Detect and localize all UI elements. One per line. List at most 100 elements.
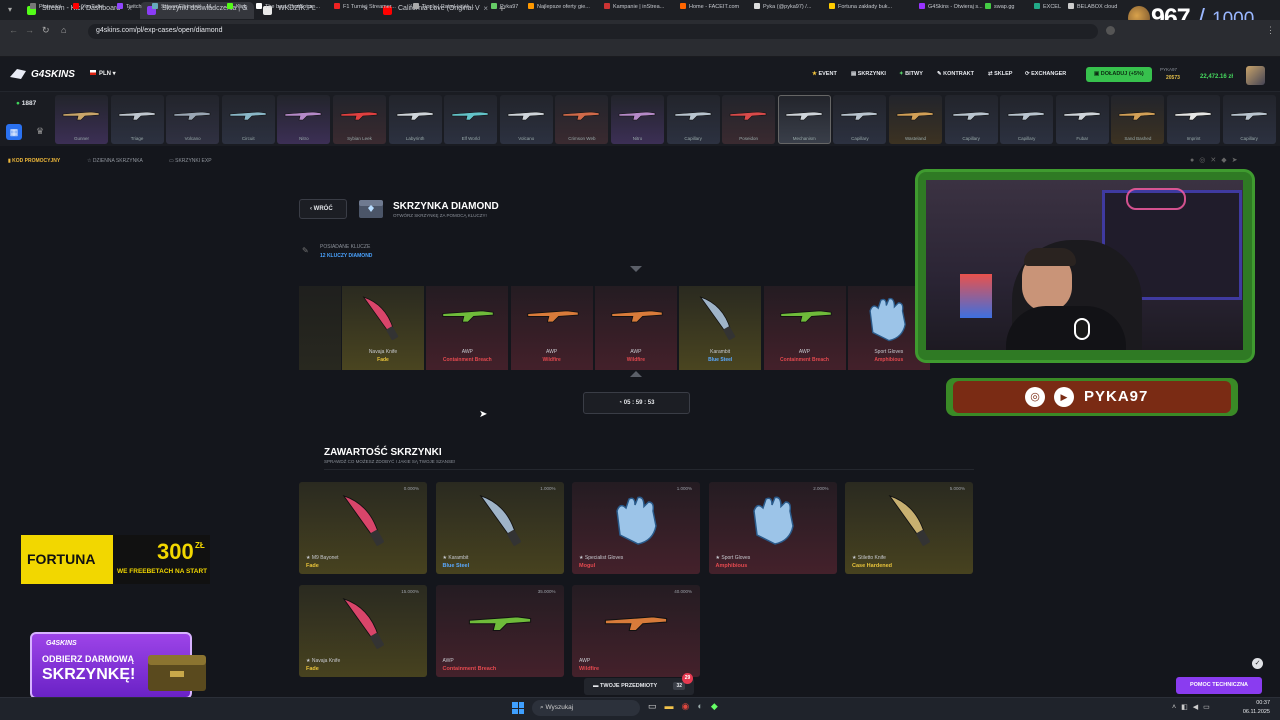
- bookmark-item[interactable]: G4Skins - Otwieraj s...: [919, 3, 983, 10]
- user-avatar[interactable]: [1246, 66, 1265, 85]
- chrome-icon[interactable]: ◉: [682, 701, 698, 711]
- drop-card[interactable]: Elf World: [444, 95, 498, 144]
- case-item-card[interactable]: 15.000% ★ Navaja Knife Fade: [299, 585, 427, 677]
- drop-card[interactable]: Volcano: [166, 95, 220, 144]
- bookmark-item[interactable]: Najlepsze oferty gie...: [528, 3, 590, 10]
- nav-contract[interactable]: ✎ KONTRAKT: [937, 71, 974, 77]
- drop-card[interactable]: Crimson Web: [555, 95, 609, 144]
- promo-code-link[interactable]: ▮ KOD PROMOCYJNY: [8, 158, 60, 164]
- exp-cases-link[interactable]: ▭ SKRZYNKI EXP: [169, 158, 212, 164]
- crown-icon[interactable]: ♛: [36, 126, 44, 137]
- instagram-icon[interactable]: ◎: [1199, 157, 1210, 164]
- drop-card[interactable]: Mechanism: [777, 95, 831, 144]
- drop-card[interactable]: Wasteland: [889, 95, 942, 144]
- case-item-card[interactable]: 1.000% ★ Specialist Gloves Mogul: [572, 482, 700, 574]
- drop-card[interactable]: Capillary: [833, 95, 887, 144]
- x-icon[interactable]: ✕: [1210, 157, 1221, 164]
- drop-skin-label: Sybian Leek: [347, 136, 372, 141]
- back-button[interactable]: ‹ WRÓĆ: [299, 199, 347, 219]
- site-logo[interactable]: G4SKINS: [31, 69, 75, 80]
- task-view-icon[interactable]: ▭: [648, 701, 665, 711]
- discord-icon[interactable]: ◆: [1221, 157, 1231, 164]
- bookmark-item[interactable]: swap.gg: [985, 3, 1015, 10]
- deposit-button[interactable]: ▣ DOŁADUJ (+5%): [1086, 67, 1152, 82]
- case-item-card[interactable]: 0.000% ★ M9 Bayonet Fade: [299, 482, 427, 574]
- drop-card[interactable]: Sand Bashed: [1111, 95, 1165, 144]
- check-icon[interactable]: ✓: [1252, 658, 1263, 669]
- bookmark-item[interactable]: F1 Turniej Streamer...: [334, 3, 396, 10]
- drop-card[interactable]: Labyrinth: [388, 95, 442, 144]
- nav-cases[interactable]: ▤ SKRZYNKI: [851, 71, 886, 77]
- url-bar[interactable]: g4skins.com/pl/exp-cases/open/diamond: [88, 24, 1098, 39]
- drop-card[interactable]: Fubar: [1055, 95, 1109, 144]
- social-icons[interactable]: ●◎✕◆➤: [1190, 156, 1242, 164]
- case-item-skin: Wildfire: [579, 666, 600, 672]
- case-item-card[interactable]: 5.000% ★ Stiletto Knife Case Hardened: [845, 482, 973, 574]
- bookmark-item[interactable]: EXCEL: [1034, 3, 1061, 10]
- bookmark-item[interactable]: Pyka (@pyka97) /...: [754, 3, 811, 10]
- drop-card[interactable]: Capillary: [666, 95, 720, 144]
- facebook-icon[interactable]: ●: [1190, 157, 1199, 164]
- nav-shop[interactable]: ⇄ SKLEP: [988, 71, 1012, 77]
- drop-card[interactable]: Sybian Leek: [333, 95, 386, 144]
- case-item-card[interactable]: 2.000% ★ Sport Gloves Amphibious: [708, 482, 837, 574]
- forward-arrow-icon[interactable]: →: [25, 25, 34, 35]
- case-item-card[interactable]: 1.000% ★ Karambit Blue Steel: [435, 482, 564, 574]
- taskbar-apps[interactable]: ▭▬◉◐◆: [648, 701, 726, 712]
- battery-icon[interactable]: ▭: [1203, 704, 1215, 711]
- bookmark-item[interactable]: Home - FACEIT.com: [680, 3, 739, 10]
- nav-exchanger[interactable]: ⟳ EXCHANGER: [1025, 71, 1066, 77]
- taskbar-search[interactable]: ⌕ Wyszukaj: [532, 700, 640, 716]
- drop-card[interactable]: Volcano: [499, 95, 553, 144]
- telegram-icon[interactable]: ➤: [1232, 157, 1243, 164]
- bookmark-item[interactable]: Kick: [227, 3, 246, 10]
- tab-list-icon[interactable]: ▾: [8, 5, 12, 14]
- case-item-card[interactable]: 35.000% AWP Containment Breach: [435, 585, 564, 677]
- volume-icon[interactable]: ◀: [1193, 704, 1203, 711]
- reload-icon[interactable]: ↻: [42, 25, 50, 36]
- app-icon[interactable]: ◆: [711, 701, 726, 711]
- bookmark-item[interactable]: Fortuna zakłady buk...: [829, 3, 892, 10]
- drop-card[interactable]: Poseidon: [722, 95, 776, 144]
- grid-view-icon[interactable]: ▦: [6, 124, 22, 140]
- bookmark-item[interactable]: Pyka97: [491, 3, 518, 10]
- bookmark-item[interactable]: Tipply | Panel użytk...: [413, 3, 474, 10]
- drop-card[interactable]: Triage: [110, 95, 164, 144]
- menu-icon[interactable]: ⋮: [1266, 25, 1275, 36]
- case-item-card[interactable]: 40.000% AWP Wildfire: [572, 585, 700, 677]
- drop-card[interactable]: Gunner: [55, 95, 108, 144]
- drop-card[interactable]: Nitro: [611, 95, 664, 144]
- drop-card[interactable]: Capillary: [1000, 95, 1054, 144]
- nav-event[interactable]: ★ EVENT: [812, 71, 837, 77]
- bookmark-item[interactable]: StreamElements - M...: [152, 3, 216, 10]
- back-arrow-icon[interactable]: ←: [9, 25, 18, 35]
- home-icon[interactable]: ⌂: [61, 25, 66, 35]
- bookmark-item[interactable]: The best ChatBot an...: [256, 3, 320, 10]
- my-items-bar[interactable]: ▬ TWOJE PRZEDMIOTY 32: [584, 678, 694, 695]
- chevron-up-icon[interactable]: ˄: [1172, 704, 1181, 711]
- drop-card[interactable]: Imprint: [1167, 95, 1220, 144]
- bookmark-item[interactable]: Płatności: [30, 3, 61, 10]
- support-button[interactable]: POMOC TECHNICZNA: [1176, 677, 1262, 694]
- extension-icon[interactable]: [1106, 26, 1115, 35]
- close-tab-icon[interactable]: ×: [483, 4, 488, 13]
- g4skins-logo-icon[interactable]: [8, 67, 28, 81]
- system-tray[interactable]: ˄◧◀▭: [1172, 703, 1215, 711]
- bookmark-item[interactable]: Twitch: [117, 3, 142, 10]
- network-icon[interactable]: ◧: [1181, 704, 1193, 711]
- drop-card[interactable]: Capillary: [1222, 95, 1276, 144]
- folder-icon[interactable]: ▬: [665, 701, 682, 711]
- currency-select[interactable]: PLN ▾: [90, 70, 116, 77]
- drop-card[interactable]: Nitro: [277, 95, 331, 144]
- drop-chance: 15.000%: [401, 589, 419, 594]
- steam-icon[interactable]: ◐: [697, 701, 710, 711]
- drop-card[interactable]: Circuit: [221, 95, 275, 144]
- windows-start-icon[interactable]: [512, 702, 524, 714]
- bookmark-item[interactable]: BELABOX cloud: [1068, 3, 1117, 10]
- daily-case-link[interactable]: ☆ DZIENNA SKRZYNKA: [87, 158, 143, 164]
- nav-battles[interactable]: ✦ BITWY: [899, 71, 923, 77]
- fortuna-ad[interactable]: FORTUNA 300 ZŁ WE FREEBETACH NA START: [21, 535, 210, 584]
- bookmark-item[interactable]: Kampanie | inStrea...: [604, 3, 664, 10]
- bookmark-item[interactable]: YouTube: [73, 3, 104, 10]
- drop-card[interactable]: Capillary: [944, 95, 998, 144]
